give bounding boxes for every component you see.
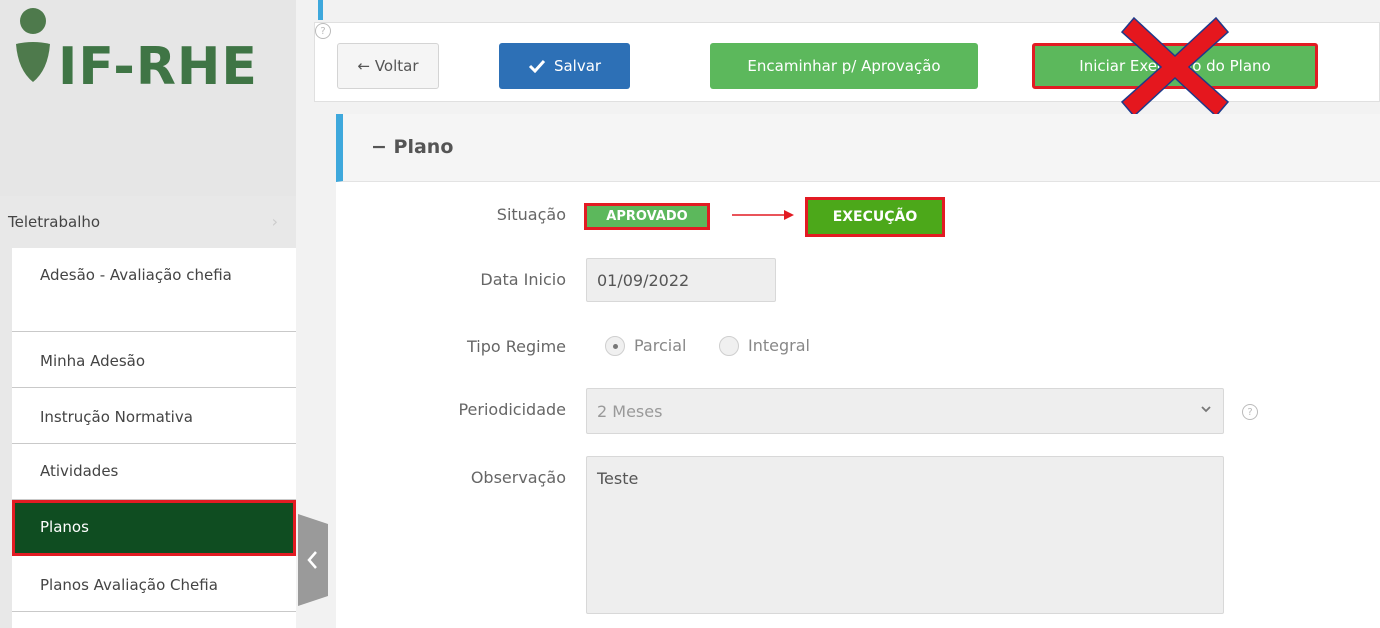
periodicidade-select[interactable]: 2 Meses: [586, 388, 1224, 434]
periodicidade-value: 2 Meses: [597, 402, 663, 421]
panel-title: − Plano: [371, 136, 454, 158]
sidebar-item-atividades[interactable]: Atividades: [12, 444, 296, 500]
situacao-label: Situação: [496, 205, 566, 224]
help-icon[interactable]: ?: [1242, 404, 1258, 420]
logo-dot: [20, 8, 46, 34]
tipo-regime-label: Tipo Regime: [466, 337, 566, 356]
data-inicio-field[interactable]: 01/09/2022: [586, 258, 776, 302]
radio-integral[interactable]: [719, 336, 739, 356]
sidebar-item-minha-adesao[interactable]: Minha Adesão: [12, 332, 296, 388]
arrow-right-icon: [732, 210, 794, 220]
sidebar-item-label: Minha Adesão: [40, 352, 146, 370]
chevron-left-icon: [298, 514, 328, 606]
chevron-down-icon: [1201, 406, 1211, 413]
sidebar-item-label: Adesão - Avaliação chefia: [40, 266, 232, 284]
radio-parcial-label: Parcial: [634, 336, 687, 355]
status-badge: APROVADO: [584, 203, 710, 230]
observacao-label: Observação: [470, 468, 566, 487]
help-icon[interactable]: ?: [315, 23, 331, 39]
radio-integral-label: Integral: [748, 336, 810, 355]
accent-stripe: [318, 0, 323, 20]
new-status-badge: EXECUÇÃO: [805, 197, 945, 237]
periodicidade-label: Periodicidade: [458, 400, 566, 419]
sidebar-item-instrucao-normativa[interactable]: Instrução Normativa: [12, 388, 296, 444]
back-button[interactable]: ← Voltar: [337, 43, 439, 89]
sidebar-collapse-button[interactable]: [298, 514, 328, 606]
sidebar: IF-RHE Teletrabalho › Adesão - Avaliação…: [0, 0, 296, 628]
sidebar-item-planos-avaliacao-chefia[interactable]: Planos Avaliação Chefia: [12, 556, 296, 612]
sidebar-item-more: [12, 612, 296, 628]
sidebar-item-planos[interactable]: Planos: [12, 500, 296, 556]
sidebar-item-label: Planos: [40, 518, 89, 536]
logo-area: IF-RHE: [0, 0, 296, 196]
sidebar-item-adesao-avaliacao-chefia[interactable]: Adesão - Avaliação chefia: [12, 248, 296, 332]
chevron-right-icon: ›: [271, 212, 278, 231]
data-inicio-label: Data Inicio: [480, 270, 566, 289]
observacao-textarea[interactable]: Teste: [586, 456, 1224, 614]
sidebar-item-label: Instrução Normativa: [40, 408, 193, 426]
save-button-label: Salvar: [553, 57, 602, 75]
save-button[interactable]: Salvar: [499, 43, 630, 89]
logo-drop-icon: [16, 42, 50, 82]
sidebar-item-label: Planos Avaliação Chefia: [40, 576, 218, 594]
cross-out-icon: [1120, 16, 1230, 118]
sidebar-section-label: Teletrabalho: [8, 213, 101, 231]
panel-header[interactable]: − Plano: [336, 114, 1380, 182]
sidebar-item-label: Atividades: [40, 462, 119, 480]
check-icon: [528, 59, 546, 73]
sidebar-section-teletrabalho[interactable]: Teletrabalho ›: [0, 196, 296, 248]
logo-text: IF-RHE: [58, 37, 258, 97]
forward-approval-button[interactable]: Encaminhar p/ Aprovação: [710, 43, 978, 89]
radio-parcial[interactable]: [605, 336, 625, 356]
